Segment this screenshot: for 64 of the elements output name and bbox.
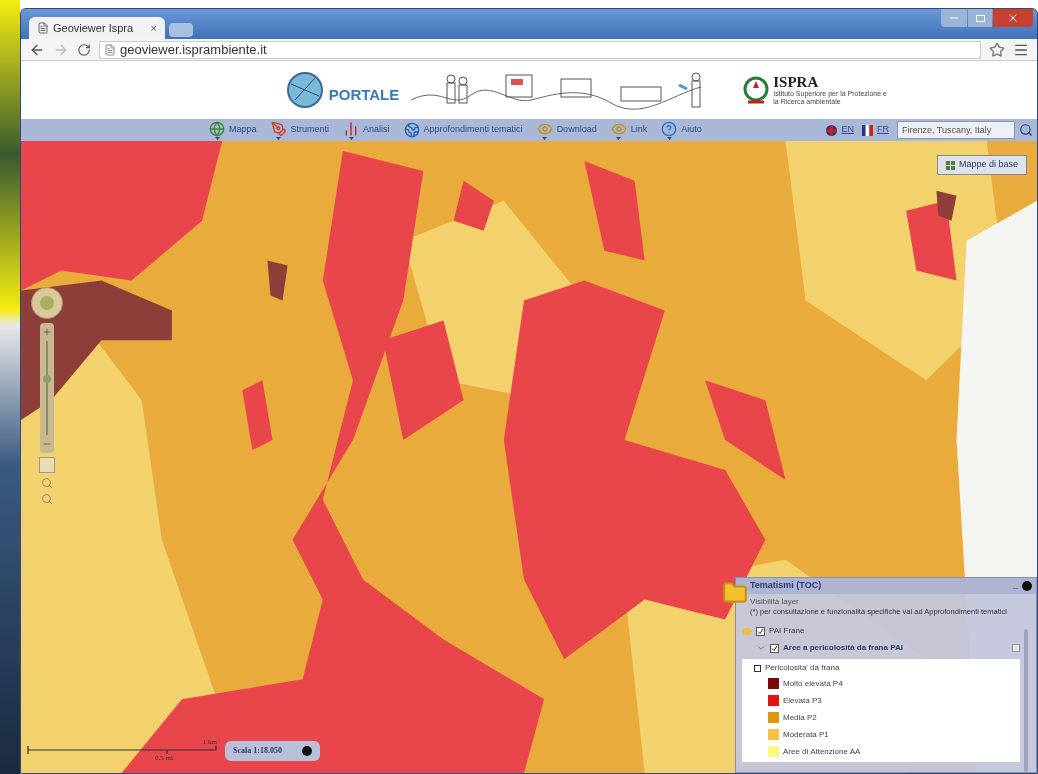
reload-icon[interactable]: [77, 42, 91, 57]
search-icon[interactable]: [1019, 123, 1033, 137]
url-text: geoviewer.isprambiente.it: [120, 40, 267, 59]
layer-checkbox[interactable]: [756, 626, 765, 636]
tab-title: Geoviewer Ispra: [53, 20, 135, 36]
page-icon: [104, 43, 116, 56]
nav-menu-item[interactable]: Download: [536, 120, 597, 140]
globe-logo-icon: [284, 70, 325, 110]
tab-close-button[interactable]: ×: [150, 19, 157, 37]
zoom-slider-thumb[interactable]: [43, 374, 51, 383]
zoom-out-icon[interactable]: [41, 493, 53, 505]
address-bar[interactable]: geoviewer.isprambiente.it: [99, 40, 981, 59]
scale-label: Scala 1:18.050: [233, 745, 282, 757]
legend-label: Aree di Attenzione AA: [783, 745, 861, 758]
sublayer-checkbox[interactable]: [770, 643, 779, 653]
collapse-button[interactable]: _: [1013, 579, 1018, 593]
legend-label: Elevata P3: [783, 694, 822, 707]
help-icon: [661, 120, 678, 137]
expander-icon[interactable]: [756, 643, 766, 653]
legend-group-label: Pericolosita' da frana: [765, 662, 840, 674]
legend-label: Moderata P1: [783, 728, 829, 741]
select-tool-button[interactable]: [39, 457, 55, 473]
zoom-plus-icon[interactable]: [42, 327, 52, 337]
language-link[interactable]: FR: [862, 123, 889, 137]
legend-label: Molto elevata P4: [783, 677, 843, 690]
options-button[interactable]: [1012, 644, 1020, 652]
scrollbar[interactable]: [1024, 629, 1028, 772]
nav-menu-item[interactable]: Link: [610, 120, 648, 140]
visibility-label: Visibilità layer: [750, 597, 800, 607]
play-button[interactable]: [302, 746, 312, 756]
close-button[interactable]: [993, 9, 1033, 27]
page-icon: [37, 22, 49, 34]
maximize-button[interactable]: [968, 9, 992, 27]
language-link[interactable]: EN: [826, 123, 854, 137]
nav-menu-item[interactable]: Mappa: [209, 120, 257, 140]
toc-title: Tematismi (TOC): [750, 579, 823, 593]
basemap-button[interactable]: Mappe di base: [936, 155, 1027, 175]
layer-label: PAI Frane: [769, 625, 805, 637]
scale-bar-icon: [27, 746, 217, 754]
uk-flag-icon: [826, 124, 838, 136]
location-search-field[interactable]: Firenze, Tuscany, Italy: [897, 121, 1015, 139]
pen-icon: [270, 120, 287, 137]
nav-menu-item[interactable]: Approfondimenti tematici: [403, 122, 523, 138]
nav-menu-item[interactable]: Analisi: [343, 120, 390, 140]
sublayer-label: Aree a pericolosità da frana PAI: [783, 642, 904, 654]
nav-menu-item[interactable]: Strumenti: [270, 120, 330, 140]
close-panel-button[interactable]: [1022, 581, 1032, 591]
nav-menu-item[interactable]: Aiuto: [661, 120, 702, 140]
new-tab-button[interactable]: [169, 23, 193, 37]
layer-icon: [742, 627, 752, 635]
star-icon[interactable]: [989, 41, 1005, 58]
folder-icon: [722, 580, 748, 606]
globe-icon: [209, 120, 225, 137]
france-flag-icon: [862, 124, 873, 136]
zoom-in-icon[interactable]: [41, 477, 53, 489]
legend-label: Media P2: [783, 711, 817, 724]
close-icon: [1007, 12, 1019, 24]
logo-text: PORTALE: [328, 84, 400, 105]
emblem-icon: [743, 75, 770, 105]
minimize-button[interactable]: [941, 9, 967, 27]
minus-box-icon: [754, 664, 761, 672]
globe-icon: [403, 122, 420, 138]
browser-tab[interactable]: Geoviewer Ispra ×: [29, 17, 165, 39]
ispra-name: ISPRA: [773, 74, 820, 90]
